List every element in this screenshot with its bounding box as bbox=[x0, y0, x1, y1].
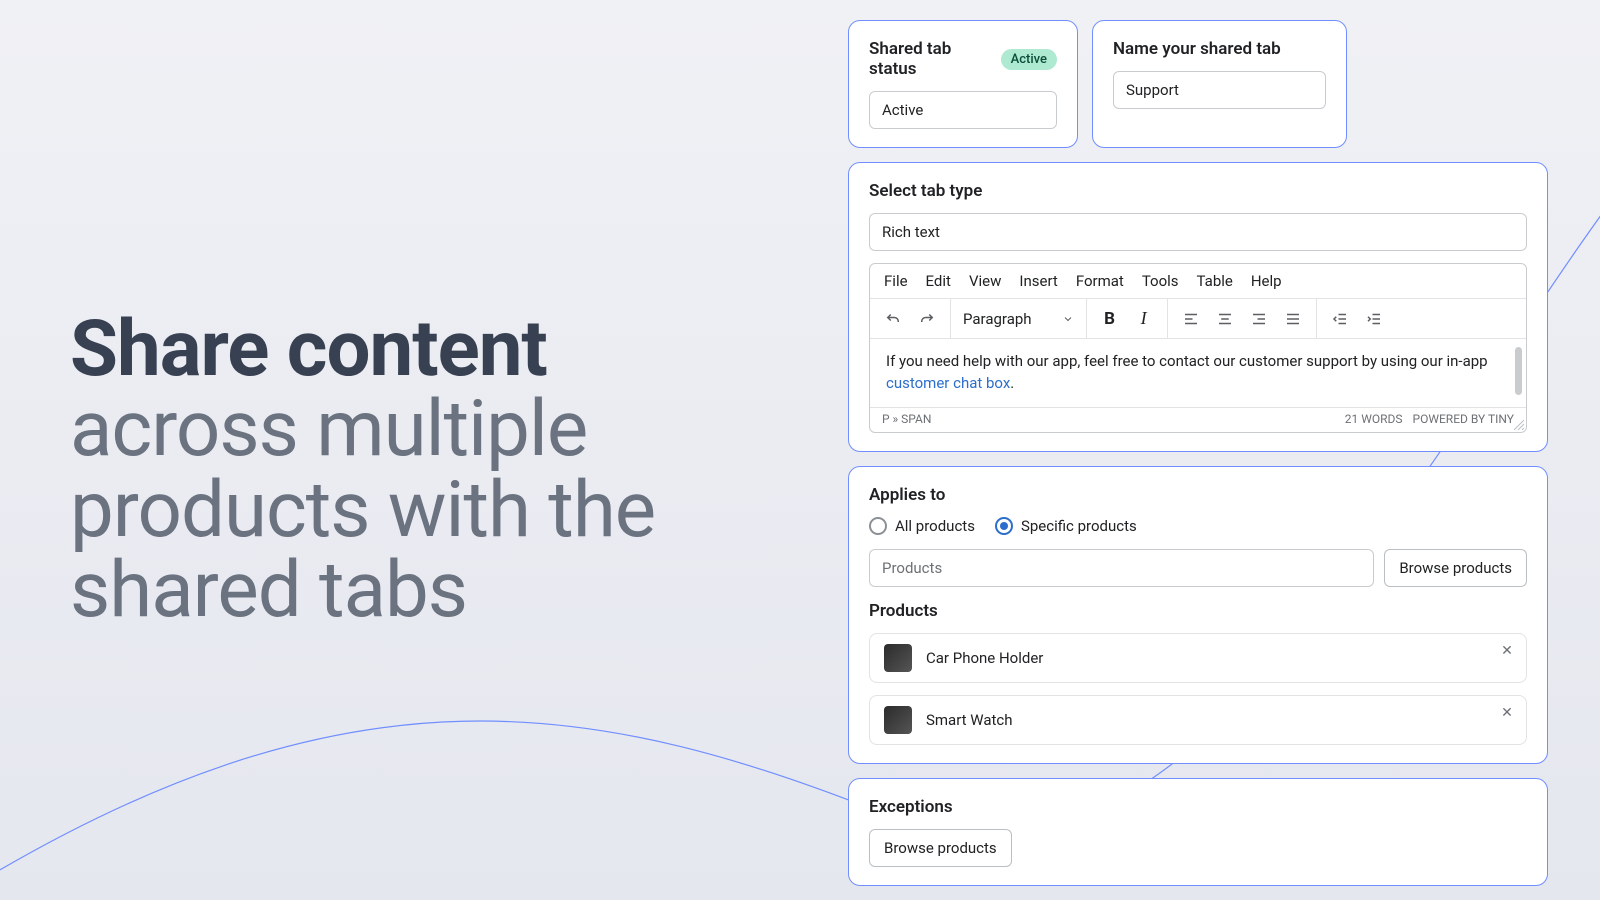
rich-text-editor: File Edit View Insert Format Tools Table… bbox=[869, 263, 1527, 433]
browse-products-button[interactable]: Browse products bbox=[1384, 549, 1527, 587]
menu-view[interactable]: View bbox=[969, 272, 1001, 290]
tab-type-select[interactable]: Rich text bbox=[869, 213, 1527, 251]
status-card-title: Shared tab status bbox=[869, 39, 991, 79]
tab-type-value: Rich text bbox=[882, 223, 940, 241]
radio-specific-products[interactable]: Specific products bbox=[995, 517, 1137, 535]
powered-by: POWERED BY TINY bbox=[1413, 412, 1515, 426]
align-left-icon[interactable] bbox=[1174, 302, 1208, 336]
applies-to-card: Applies to All products Specific product… bbox=[848, 466, 1548, 764]
outdent-icon[interactable] bbox=[1323, 302, 1357, 336]
scrollbar-thumb[interactable] bbox=[1515, 347, 1522, 395]
products-search-input[interactable] bbox=[869, 549, 1374, 587]
status-badge: Active bbox=[1001, 49, 1057, 70]
chevron-down-icon bbox=[1062, 313, 1074, 325]
products-list-title: Products bbox=[869, 601, 1527, 621]
product-name: Car Phone Holder bbox=[926, 649, 1043, 667]
resize-handle-icon[interactable] bbox=[1514, 420, 1524, 430]
align-justify-icon[interactable] bbox=[1276, 302, 1310, 336]
tab-name-input[interactable] bbox=[1113, 71, 1326, 109]
exceptions-card: Exceptions Browse products bbox=[848, 778, 1548, 886]
tab-type-title: Select tab type bbox=[869, 181, 1527, 201]
paragraph-style-select[interactable]: Paragraph bbox=[951, 299, 1087, 338]
status-select-value: Active bbox=[882, 101, 923, 119]
name-card: Name your shared tab bbox=[1092, 20, 1347, 148]
menu-insert[interactable]: Insert bbox=[1019, 272, 1057, 290]
italic-icon[interactable]: I bbox=[1127, 302, 1161, 336]
menu-help[interactable]: Help bbox=[1251, 272, 1282, 290]
menu-edit[interactable]: Edit bbox=[926, 272, 951, 290]
status-card: Shared tab status Active Active bbox=[848, 20, 1078, 148]
editor-menubar: File Edit View Insert Format Tools Table… bbox=[870, 264, 1526, 299]
radio-all-products[interactable]: All products bbox=[869, 517, 975, 535]
radio-all-label: All products bbox=[895, 517, 975, 535]
tab-type-card: Select tab type Rich text File Edit View… bbox=[848, 162, 1548, 452]
menu-file[interactable]: File bbox=[884, 272, 908, 290]
menu-table[interactable]: Table bbox=[1197, 272, 1233, 290]
product-thumbnail bbox=[884, 644, 912, 672]
indent-icon[interactable] bbox=[1357, 302, 1391, 336]
undo-icon[interactable] bbox=[876, 302, 910, 336]
hero-heading: Share content across multiple products w… bbox=[70, 310, 770, 631]
align-center-icon[interactable] bbox=[1208, 302, 1242, 336]
editor-text-after: . bbox=[1010, 374, 1014, 392]
status-select[interactable]: Active bbox=[869, 91, 1057, 129]
hero-bold: Share content bbox=[70, 304, 547, 395]
exceptions-title: Exceptions bbox=[869, 797, 1527, 817]
radio-circle-icon bbox=[869, 517, 887, 535]
editor-statusbar: P » SPAN 21 WORDS POWERED BY TINY bbox=[870, 407, 1526, 432]
align-right-icon[interactable] bbox=[1242, 302, 1276, 336]
name-card-title: Name your shared tab bbox=[1113, 39, 1326, 59]
editor-content[interactable]: If you need help with our app, feel free… bbox=[870, 339, 1526, 407]
applies-to-title: Applies to bbox=[869, 485, 1527, 505]
exceptions-browse-button[interactable]: Browse products bbox=[869, 829, 1012, 867]
remove-product-icon[interactable]: ✕ bbox=[1498, 642, 1516, 660]
menu-tools[interactable]: Tools bbox=[1142, 272, 1179, 290]
product-thumbnail bbox=[884, 706, 912, 734]
radio-specific-label: Specific products bbox=[1021, 517, 1137, 535]
product-name: Smart Watch bbox=[926, 711, 1013, 729]
paragraph-label: Paragraph bbox=[963, 310, 1032, 328]
redo-icon[interactable] bbox=[910, 302, 944, 336]
product-row: Car Phone Holder ✕ bbox=[869, 633, 1527, 683]
menu-format[interactable]: Format bbox=[1076, 272, 1124, 290]
radio-circle-checked-icon bbox=[995, 517, 1013, 535]
bold-icon[interactable]: B bbox=[1093, 302, 1127, 336]
editor-toolbar: Paragraph B I bbox=[870, 299, 1526, 339]
editor-path: P » SPAN bbox=[882, 412, 931, 426]
product-row: Smart Watch ✕ bbox=[869, 695, 1527, 745]
hero-rest: across multiple products with the shared… bbox=[70, 384, 655, 636]
word-count: 21 WORDS bbox=[1345, 412, 1403, 426]
editor-link[interactable]: customer chat box bbox=[886, 374, 1010, 392]
remove-product-icon[interactable]: ✕ bbox=[1498, 704, 1516, 722]
editor-text-before: If you need help with our app, feel free… bbox=[886, 352, 1488, 370]
